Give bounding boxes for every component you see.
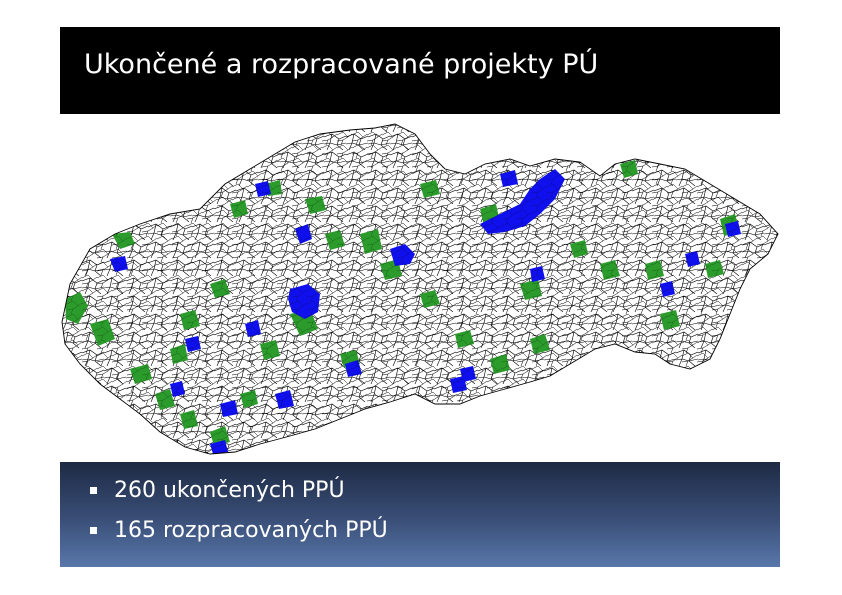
map-area xyxy=(60,114,780,462)
slide-title: Ukončené a rozpracované projekty PÚ xyxy=(84,49,599,80)
bullet-completed: 260 ukončených PPÚ xyxy=(90,478,345,503)
bullet-in-progress: 165 rozpracovaných PPÚ xyxy=(90,518,388,543)
bullet-in-progress-text: 165 rozpracovaných PPÚ xyxy=(114,518,388,543)
slovakia-map xyxy=(61,123,779,455)
bullet-completed-text: 260 ukončených PPÚ xyxy=(114,478,345,503)
bullet-square-icon xyxy=(90,527,97,534)
bullets-panel: 260 ukončených PPÚ 165 rozpracovaných PP… xyxy=(60,462,780,567)
title-bar: Ukončené a rozpracované projekty PÚ xyxy=(60,27,780,114)
bullet-square-icon xyxy=(90,487,97,494)
slide: Ukončené a rozpracované projekty PÚ 260 … xyxy=(60,27,780,567)
